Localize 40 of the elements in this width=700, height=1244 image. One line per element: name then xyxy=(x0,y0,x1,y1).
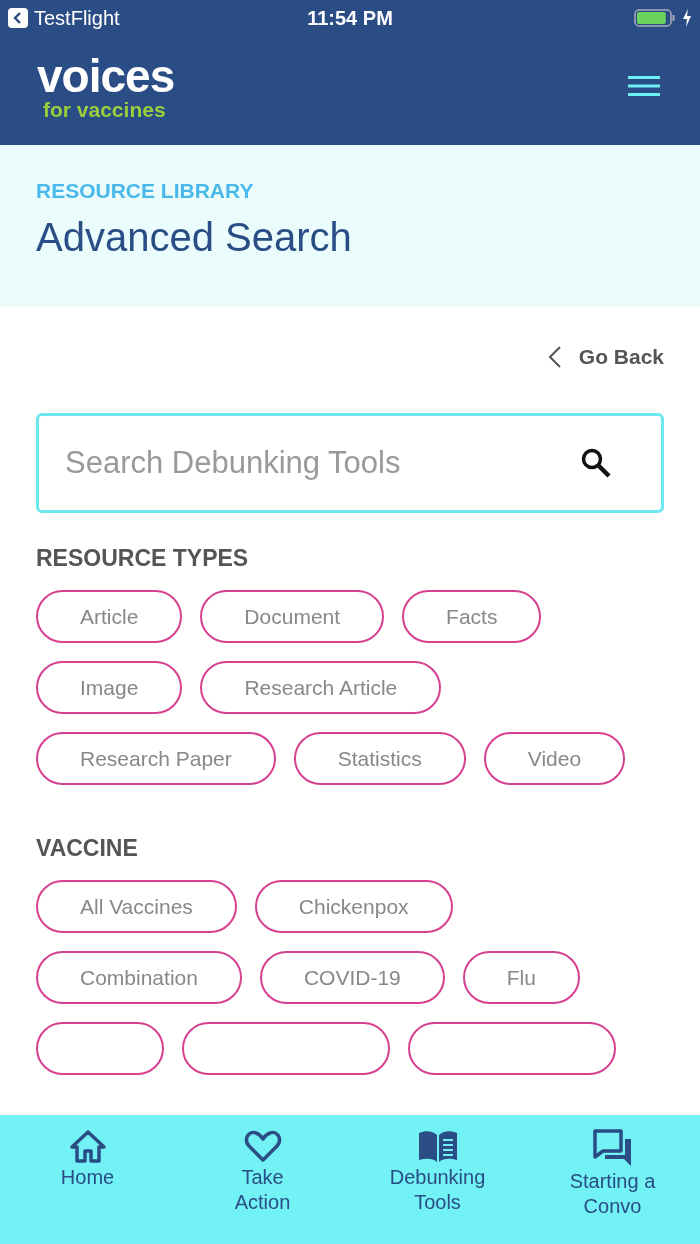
filter-chip[interactable]: COVID-19 xyxy=(259,951,445,1004)
filter-chip[interactable]: All Vaccines xyxy=(36,880,237,933)
filter-chip[interactable]: Flu xyxy=(462,951,580,1004)
filter-chip[interactable]: Chickenpox xyxy=(254,880,453,933)
filter-chip[interactable]: Research Paper xyxy=(36,732,276,785)
tab-bar-item[interactable]: Take Action xyxy=(187,1129,338,1244)
filter-chip[interactable]: Article xyxy=(36,590,183,643)
chevron-icon xyxy=(548,346,561,368)
filter-chip[interactable] xyxy=(36,1022,164,1075)
filter-chip[interactable]: Combination xyxy=(36,951,242,1004)
search-icon[interactable] xyxy=(580,447,612,479)
back-icon[interactable] xyxy=(8,8,28,28)
eyebrow-label: RESOURCE LIBRARY xyxy=(36,179,255,203)
filter-chip[interactable] xyxy=(408,1022,616,1075)
logo-subtitle: for vaccines xyxy=(43,98,167,120)
filter-chip[interactable] xyxy=(182,1022,390,1075)
status-time: 11:54 PM xyxy=(307,6,393,30)
filter-chip[interactable]: Statistics xyxy=(293,732,466,785)
logo-title: voices xyxy=(37,52,175,99)
page-title: Advanced Search xyxy=(36,215,353,260)
house-icon xyxy=(68,1129,107,1163)
filter-chip[interactable]: Research Article xyxy=(200,661,442,714)
tab-bar-item[interactable]: Starting a Convo xyxy=(537,1129,688,1244)
tab-bar-item[interactable]: Home xyxy=(12,1129,163,1244)
heart-icon xyxy=(243,1129,282,1163)
menu-icon[interactable] xyxy=(628,75,660,97)
search-field[interactable]: Search Debunking Tools xyxy=(36,413,664,513)
section-heading: VACCINE xyxy=(36,835,139,862)
chat-icon xyxy=(592,1129,633,1167)
battery-icon xyxy=(634,8,676,28)
filter-chip[interactable]: Image xyxy=(36,661,183,714)
tab-bar-item[interactable]: Debunking Tools xyxy=(362,1129,513,1244)
section-heading: RESOURCE TYPES xyxy=(36,545,250,572)
book-icon xyxy=(417,1129,458,1163)
filter-chip[interactable]: Document xyxy=(200,590,385,643)
back-app-label[interactable]: TestFlight xyxy=(34,6,120,30)
filter-chip[interactable]: Video xyxy=(483,732,626,785)
go-back-link[interactable]: Go Back xyxy=(548,345,664,369)
filter-chip[interactable]: Facts xyxy=(402,590,542,643)
charging-icon xyxy=(682,8,692,28)
